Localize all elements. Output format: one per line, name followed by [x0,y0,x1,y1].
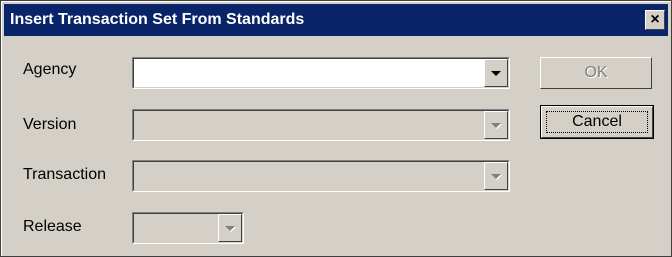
version-select[interactable] [132,109,510,141]
cancel-label: Cancel [572,113,622,130]
release-dropdown-button[interactable] [218,214,242,242]
chevron-down-icon [491,122,501,128]
release-label: Release [23,218,82,235]
chevron-down-icon [491,173,501,179]
transaction-select[interactable] [132,160,510,192]
agency-select[interactable] [132,57,510,89]
transaction-dropdown-button[interactable] [484,162,508,190]
chevron-down-icon [491,70,501,76]
ok-button[interactable]: OK [540,57,652,89]
ok-label: OK [584,64,608,81]
close-icon: × [650,11,660,28]
dialog-title: Insert Transaction Set From Standards [10,11,305,28]
chevron-down-icon [225,225,235,231]
title-bar[interactable]: Insert Transaction Set From Standards × [4,4,668,36]
version-label: Version [23,116,77,133]
cancel-button[interactable]: Cancel [540,105,654,139]
agency-label: Agency [23,61,77,78]
transaction-label: Transaction [23,166,106,183]
close-button[interactable]: × [645,10,665,30]
release-select[interactable] [132,212,244,244]
agency-dropdown-button[interactable] [484,59,508,87]
insert-transaction-dialog: Insert Transaction Set From Standards × … [0,0,672,257]
version-dropdown-button[interactable] [484,111,508,139]
